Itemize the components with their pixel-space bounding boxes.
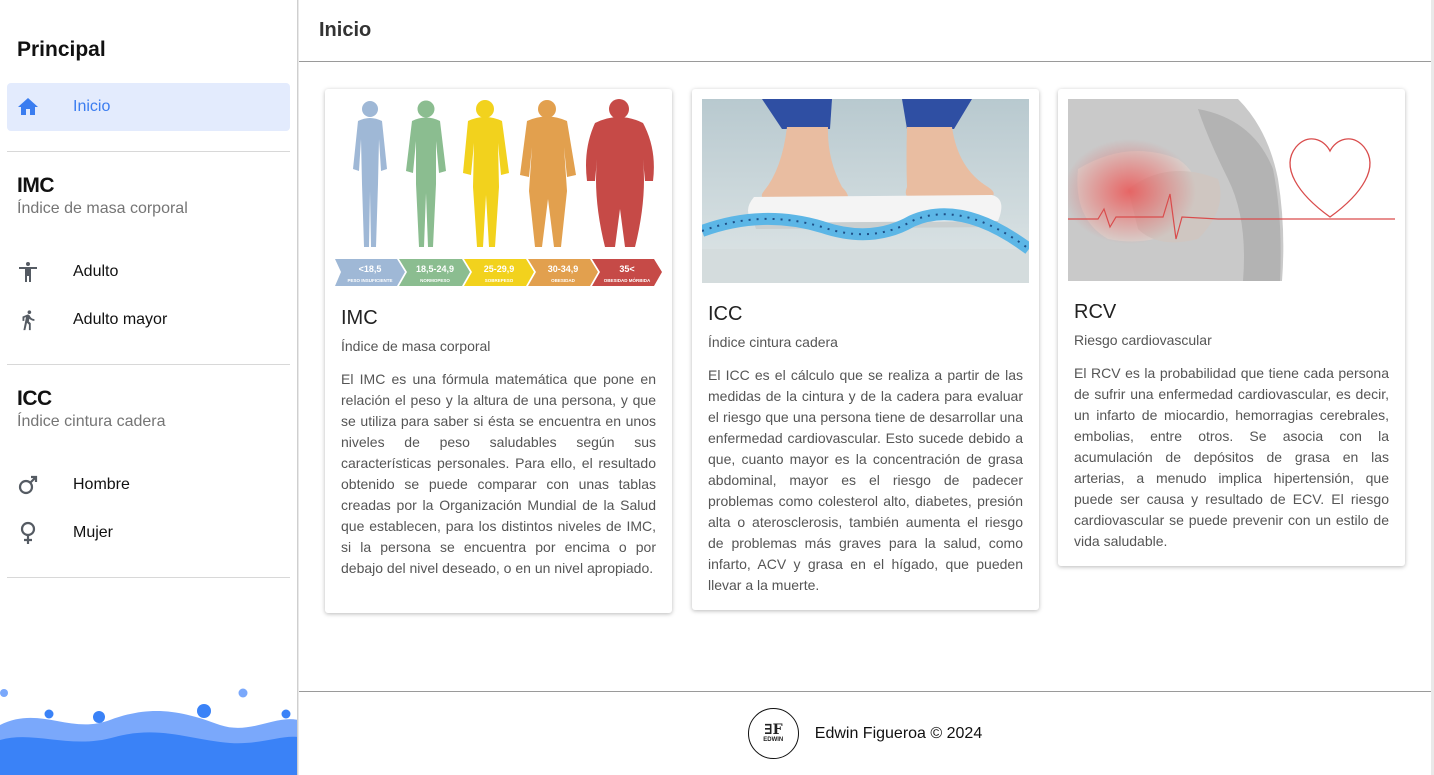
bmi-category-label: SOBREPESO bbox=[485, 278, 514, 283]
sidebar-item-label: Adulto bbox=[73, 263, 119, 280]
footer: ∃F EDWIN Edwin Figueroa © 2024 bbox=[299, 691, 1431, 775]
home-icon bbox=[7, 83, 49, 131]
sidebar-section-imc: IMC Índice de masa corporal bbox=[17, 174, 188, 218]
sidebar-item-label: Mujer bbox=[73, 524, 114, 541]
card-description: El ICC es el cálculo que se realiza a pa… bbox=[708, 367, 1023, 593]
bmi-figures-image: <18,5 18,5-24,9 25-29,9 30-34,9 35< PESO… bbox=[335, 99, 662, 287]
sidebar-item-mujer[interactable]: Mujer bbox=[7, 509, 290, 557]
bmi-category-label: NORMOPESO bbox=[420, 278, 450, 283]
section-subtitle: Índice cintura cadera bbox=[17, 413, 166, 430]
accessibility-icon bbox=[7, 248, 49, 296]
brand-logo: ∃F EDWIN bbox=[747, 708, 799, 759]
card-subtitle: Índice de masa corporal bbox=[341, 338, 491, 354]
logo-name: EDWIN bbox=[763, 737, 784, 743]
sidebar-item-adulto-mayor[interactable]: Adulto mayor bbox=[7, 296, 290, 344]
card-description: El RCV es la probabilidad que tiene cada… bbox=[1074, 365, 1389, 549]
card-title: IMC bbox=[341, 307, 378, 329]
card-subtitle: Riesgo cardiovascular bbox=[1074, 332, 1212, 348]
top-bar: Inicio bbox=[299, 0, 1431, 62]
section-heading: IMC bbox=[17, 174, 54, 197]
male-icon bbox=[7, 461, 49, 509]
decorative-waves bbox=[0, 688, 297, 775]
card-description: El IMC es una fórmula matemática que pon… bbox=[341, 371, 656, 576]
sidebar-item-label: Inicio bbox=[73, 98, 111, 115]
bmi-range-label: 35< bbox=[619, 264, 634, 274]
section-heading: ICC bbox=[17, 387, 52, 410]
female-icon bbox=[7, 509, 49, 557]
sidebar-section-icc: ICC Índice cintura cadera bbox=[17, 387, 166, 431]
sidebar-item-label: Adulto mayor bbox=[73, 311, 168, 328]
divider bbox=[7, 364, 290, 365]
heart-pain-image bbox=[1068, 99, 1395, 281]
section-subtitle: Índice de masa corporal bbox=[17, 200, 188, 217]
scale-tape-measure-image bbox=[702, 99, 1029, 283]
sidebar-item-label: Hombre bbox=[73, 476, 130, 493]
bmi-range-label: 18,5-24,9 bbox=[416, 264, 454, 274]
sidebar: Principal Inicio IMC Índice de masa corp… bbox=[0, 0, 298, 775]
divider bbox=[7, 151, 290, 152]
card-subtitle: Índice cintura cadera bbox=[708, 334, 838, 350]
bmi-range-label: 25-29,9 bbox=[484, 264, 515, 274]
logo-mark: ∃F bbox=[763, 722, 783, 738]
card-rcv[interactable]: RCV Riesgo cardiovascular El RCV es la p… bbox=[1058, 89, 1405, 566]
walking-icon bbox=[7, 296, 49, 344]
bmi-category-label: OBESIDAD bbox=[551, 278, 576, 283]
page-title: Inicio bbox=[319, 19, 372, 41]
divider bbox=[7, 577, 290, 578]
card-icc[interactable]: ICC Índice cintura cadera El ICC es el c… bbox=[692, 89, 1039, 610]
card-title: ICC bbox=[708, 303, 743, 325]
footer-copyright: Edwin Figueroa © 2024 bbox=[814, 724, 983, 742]
bmi-category-label: PESO INSUFICIENTE bbox=[347, 278, 392, 283]
sidebar-item-hombre[interactable]: Hombre bbox=[7, 461, 290, 509]
bmi-range-label: <18,5 bbox=[359, 264, 382, 274]
sidebar-item-inicio[interactable]: Inicio bbox=[7, 83, 290, 131]
card-title: RCV bbox=[1074, 301, 1117, 323]
main-content: Inicio <18,5 18,5-24,9 25-29,9 30-34,9 3… bbox=[299, 0, 1431, 775]
bmi-category-label: OBESIDAD MÓRBIDA bbox=[604, 276, 651, 283]
card-imc[interactable]: <18,5 18,5-24,9 25-29,9 30-34,9 35< PESO… bbox=[325, 89, 672, 613]
sidebar-item-adulto[interactable]: Adulto bbox=[7, 248, 290, 296]
sidebar-title: Principal bbox=[17, 38, 106, 61]
bmi-range-label: 30-34,9 bbox=[548, 264, 579, 274]
